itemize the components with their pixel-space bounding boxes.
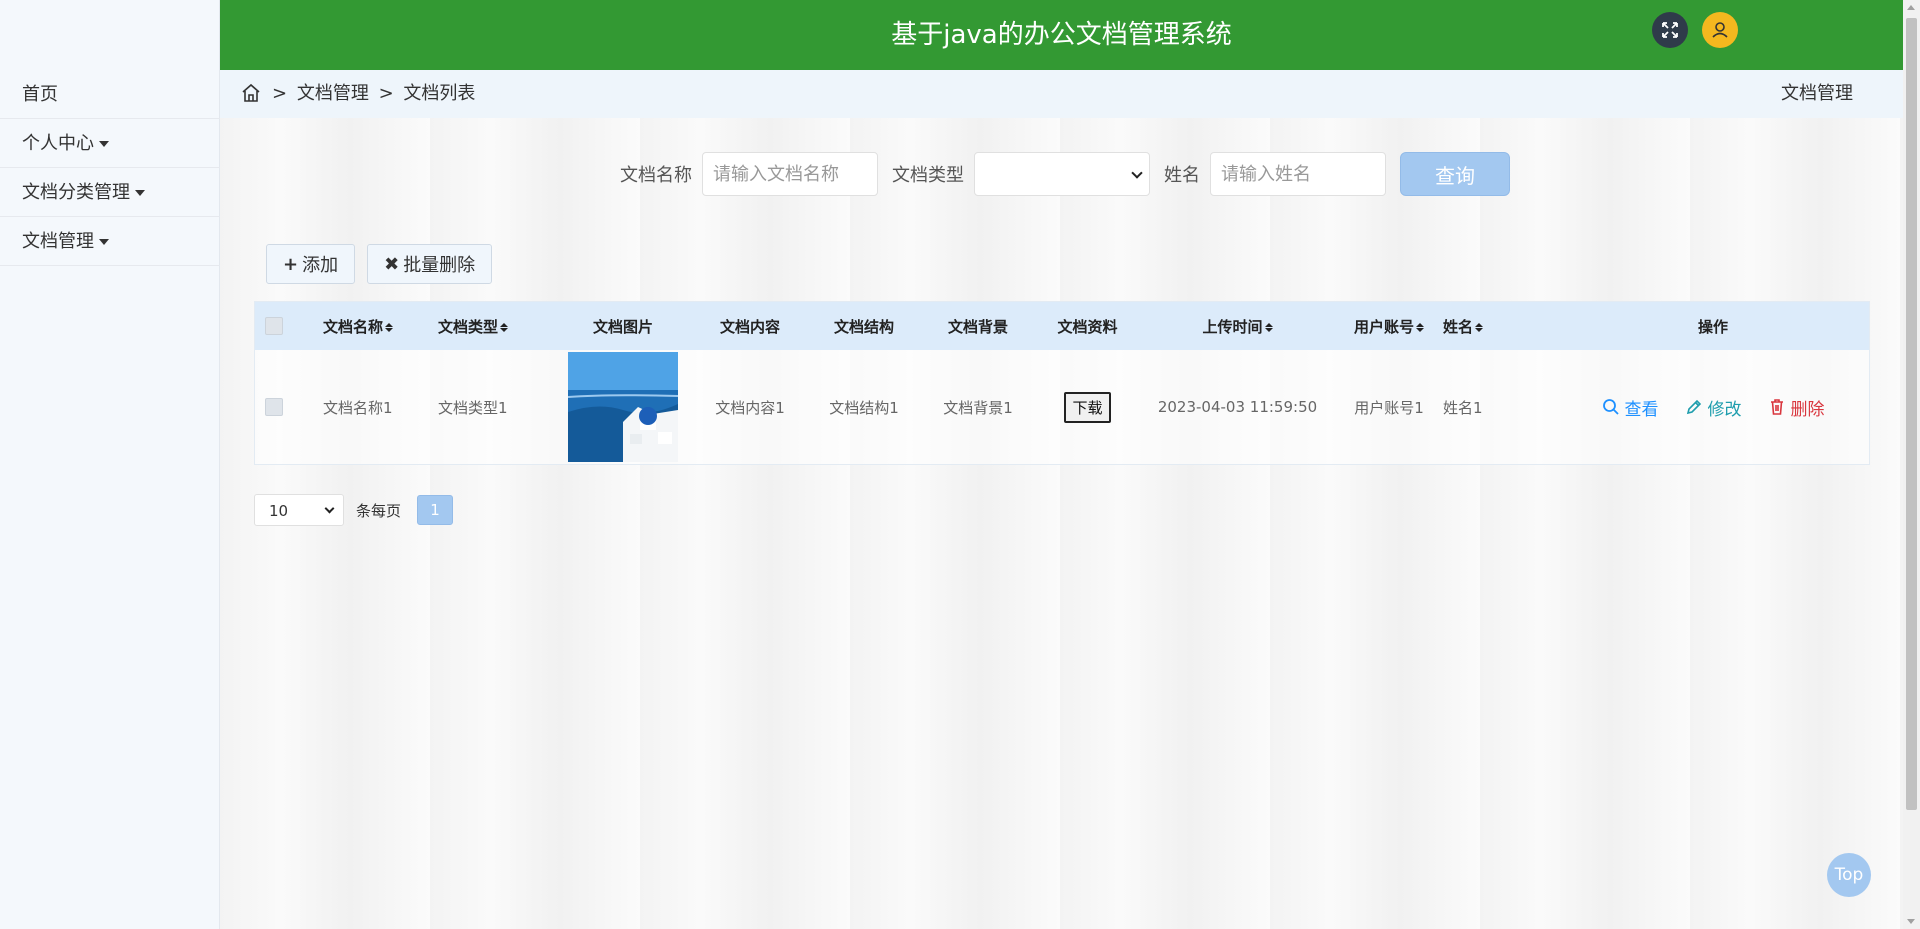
- page-size-select[interactable]: 10: [254, 494, 344, 526]
- sort-icon: [500, 322, 509, 332]
- caret-down-icon: [99, 141, 109, 147]
- page-scrollbar[interactable]: [1903, 0, 1920, 929]
- action-bar: + 添加 ✖ 批量删除: [266, 244, 504, 284]
- cell-doc-image: [553, 352, 693, 462]
- download-button[interactable]: 下载: [1064, 391, 1111, 423]
- col-doc-content: 文档内容: [719, 317, 780, 336]
- cell-user-account: 用户账号1: [1354, 398, 1424, 417]
- pencil-icon: [1686, 399, 1701, 415]
- col-upload-time[interactable]: 上传时间: [1140, 316, 1335, 337]
- breadcrumb: > 文档管理 > 文档列表: [272, 83, 476, 104]
- doc-name-label: 文档名称: [620, 165, 692, 186]
- col-user-account[interactable]: 用户账号: [1335, 316, 1443, 337]
- top-header: 基于java的办公文档管理系统: [220, 0, 1903, 70]
- sort-icon: [1475, 322, 1484, 332]
- query-button[interactable]: 查询: [1400, 152, 1510, 196]
- caret-down-icon: [99, 239, 109, 245]
- scrollbar-thumb[interactable]: [1906, 18, 1917, 810]
- trash-icon: [1770, 399, 1783, 415]
- sidebar-item-home[interactable]: 首页: [0, 70, 220, 119]
- page-size-label: 条每页: [356, 501, 402, 520]
- col-doc-background: 文档背景: [947, 317, 1008, 336]
- cell-operations: 查看 修改 删除: [1523, 395, 1903, 420]
- delete-button[interactable]: 删除: [1768, 395, 1825, 420]
- batch-delete-button[interactable]: ✖ 批量删除: [367, 244, 493, 284]
- back-to-top-button[interactable]: Top: [1827, 853, 1871, 897]
- add-button[interactable]: + 添加: [266, 244, 356, 284]
- col-operations: 操作: [1697, 317, 1728, 336]
- user-name-input[interactable]: [1210, 152, 1386, 196]
- search-form: 文档名称 文档类型 姓名 查询: [620, 152, 1510, 196]
- sidebar-menu: 首页 个人中心 文档分类管理 文档管理: [0, 70, 220, 266]
- breadcrumb-bar: > 文档管理 > 文档列表 文档管理: [220, 70, 1903, 118]
- view-button[interactable]: 查看: [1602, 395, 1659, 420]
- plus-icon: +: [283, 253, 299, 275]
- col-user-name[interactable]: 姓名: [1443, 316, 1523, 337]
- edit-button[interactable]: 修改: [1685, 395, 1742, 420]
- table-row: 文档名称1 文档类型1 文档内容1 文档结构1 文档背景1 下载 2023-04…: [255, 350, 1869, 464]
- sidebar: 首页 个人中心 文档分类管理 文档管理: [0, 0, 220, 929]
- sort-icon: [1416, 322, 1424, 332]
- select-all-checkbox[interactable]: [265, 317, 283, 335]
- sort-icon: [385, 322, 394, 332]
- sidebar-item-doc-management[interactable]: 文档管理: [0, 217, 220, 266]
- doc-thumbnail[interactable]: [568, 352, 678, 462]
- doc-type-select[interactable]: [974, 152, 1150, 196]
- chevron-down-icon: [1131, 167, 1143, 179]
- breadcrumb-item-doc-list: 文档列表: [403, 83, 476, 104]
- sidebar-item-doc-category[interactable]: 文档分类管理: [0, 168, 220, 217]
- col-doc-type[interactable]: 文档类型: [438, 316, 553, 337]
- cell-doc-file: 下载: [1035, 391, 1140, 423]
- cell-doc-name: 文档名称1: [323, 398, 393, 417]
- search-icon: [1602, 399, 1619, 415]
- page-button-current[interactable]: 1: [417, 495, 454, 525]
- caret-down-icon: [135, 190, 145, 196]
- sort-icon: [1264, 322, 1273, 332]
- home-icon: [242, 83, 260, 102]
- doc-table: 文档名称 文档类型 文档图片 文档内容 文档结构 文档背景 文档资料 上传时间 …: [254, 301, 1870, 465]
- cell-doc-content: 文档内容1: [715, 398, 785, 417]
- table-header: 文档名称 文档类型 文档图片 文档内容 文档结构 文档背景 文档资料 上传时间 …: [255, 302, 1869, 350]
- cell-doc-structure: 文档结构1: [829, 398, 899, 417]
- user-icon: [1712, 22, 1728, 38]
- cell-doc-type: 文档类型1: [438, 398, 508, 417]
- scroll-down-icon[interactable]: [1907, 919, 1915, 924]
- fullscreen-icon: [1662, 22, 1678, 38]
- pagination: 10 条每页 1: [254, 494, 454, 526]
- doc-type-label: 文档类型: [892, 165, 964, 186]
- chevron-down-icon: [324, 503, 335, 514]
- main-content: 文档名称 文档类型 姓名 查询 + 添加 ✖ 批量删除 文档名称 文档类型 文档…: [220, 118, 1903, 929]
- col-doc-name[interactable]: 文档名称: [323, 316, 438, 337]
- breadcrumb-home[interactable]: [240, 82, 262, 109]
- cell-doc-background: 文档背景1: [943, 398, 1013, 417]
- app-title: 基于java的办公文档管理系统: [891, 20, 1232, 50]
- sidebar-item-personal-center[interactable]: 个人中心: [0, 119, 220, 168]
- row-checkbox[interactable]: [265, 398, 283, 416]
- fullscreen-button[interactable]: [1652, 12, 1688, 48]
- close-icon: ✖: [384, 253, 400, 275]
- scroll-up-icon[interactable]: [1907, 5, 1915, 10]
- col-doc-structure: 文档结构: [833, 317, 894, 336]
- cell-upload-time: 2023-04-03 11:59:50: [1157, 398, 1318, 416]
- breadcrumb-item-doc-management[interactable]: 文档管理: [297, 83, 369, 104]
- user-name-label: 姓名: [1164, 165, 1200, 186]
- col-doc-image: 文档图片: [592, 317, 653, 336]
- user-button[interactable]: [1702, 12, 1738, 48]
- doc-name-input[interactable]: [702, 152, 878, 196]
- cell-user-name: 姓名1: [1443, 398, 1483, 417]
- col-doc-file: 文档资料: [1057, 317, 1118, 336]
- page-title: 文档管理: [1781, 83, 1853, 104]
